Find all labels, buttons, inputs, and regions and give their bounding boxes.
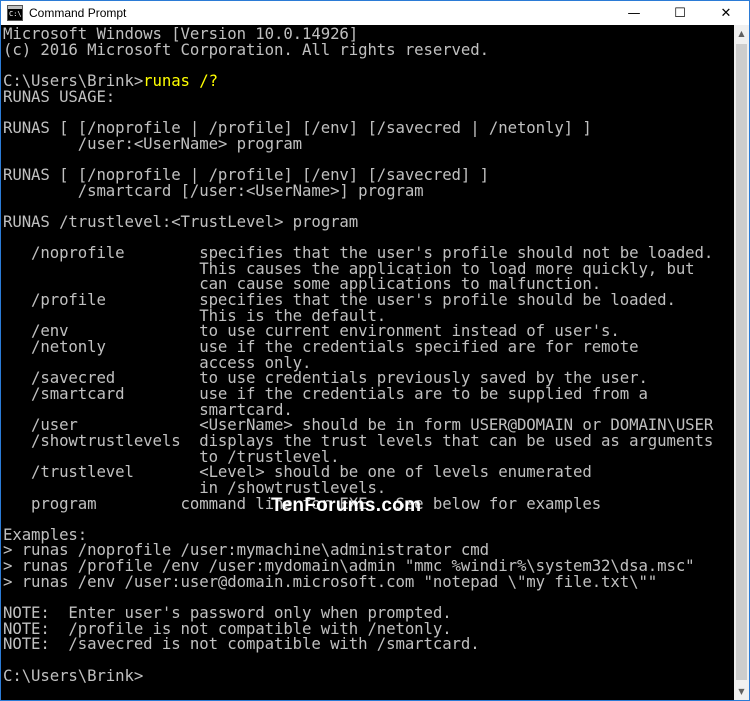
title-bar[interactable]: C:\ Command Prompt — ☐ ✕: [1, 1, 749, 25]
vertical-scrollbar[interactable]: ▲ ▼: [734, 25, 749, 700]
close-button[interactable]: ✕: [703, 1, 749, 25]
window-controls: — ☐ ✕: [611, 1, 749, 25]
typed-command: runas /?: [143, 70, 218, 90]
command-prompt-window: C:\ Command Prompt — ☐ ✕ Microsoft Windo…: [0, 0, 750, 701]
console-line-text: C:\Users\Brink>: [3, 665, 144, 685]
maximize-button[interactable]: ☐: [657, 1, 703, 25]
console-line: NOTE: /savecred is not compatible with /…: [3, 636, 480, 652]
console-line-text: RUNAS USAGE:: [3, 86, 116, 106]
console-line-text: /user:<UserName> program: [3, 133, 303, 153]
console-line-text: (c) 2016 Microsoft Corporation. All righ…: [3, 39, 489, 59]
console-line: /smartcard [/user:<UserName>] program: [3, 180, 424, 200]
scroll-up-arrow-icon[interactable]: ▲: [734, 25, 749, 42]
window-title: Command Prompt: [29, 6, 127, 20]
console-line: > runas /env /user:user@domain.microsoft…: [3, 571, 658, 591]
console-line: C:\Users\Brink>: [3, 665, 144, 685]
minimize-button[interactable]: —: [611, 1, 657, 25]
console-line: RUNAS /trustlevel:<TrustLevel> program: [3, 211, 359, 231]
console-line: /user:<UserName> program: [3, 133, 303, 153]
console-line: (c) 2016 Microsoft Corporation. All righ…: [3, 39, 489, 59]
console-line-text: NOTE: /savecred is not compatible with /…: [3, 634, 480, 654]
console-output[interactable]: Microsoft Windows [Version 10.0.14926] (c…: [1, 25, 734, 700]
scroll-down-arrow-icon[interactable]: ▼: [734, 683, 749, 700]
scroll-thumb[interactable]: [736, 44, 747, 680]
console-line-text: RUNAS /trustlevel:<TrustLevel> program: [3, 211, 359, 231]
watermark-text: TenForums.com: [271, 495, 422, 516]
console-line-text: /smartcard [/user:<UserName>] program: [3, 180, 424, 200]
console-line: RUNAS USAGE:: [3, 86, 116, 106]
console-line-text: > runas /env /user:user@domain.microsoft…: [3, 571, 658, 591]
command-prompt-icon[interactable]: C:\: [7, 5, 23, 21]
